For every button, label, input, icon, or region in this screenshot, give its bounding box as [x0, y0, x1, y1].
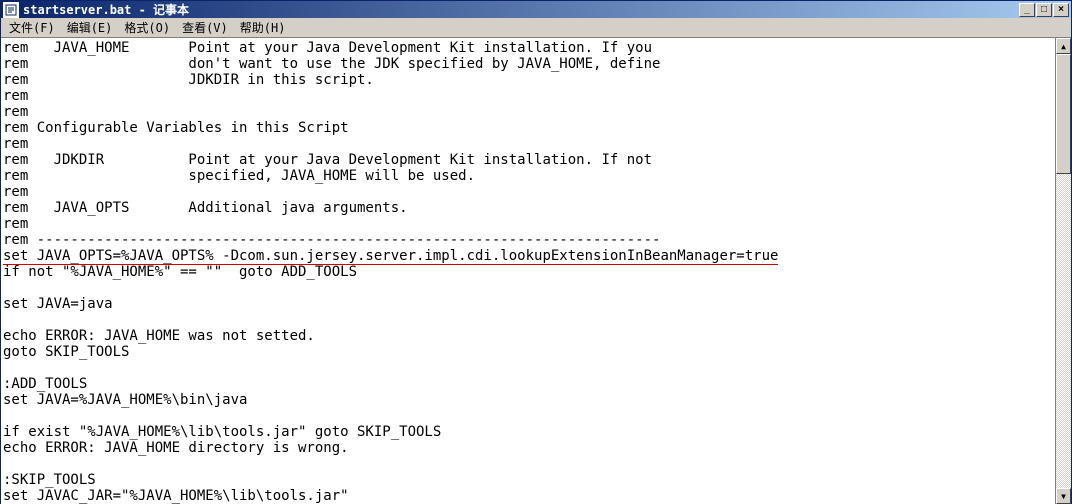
- editor-line: rem JAVA_HOME Point at your Java Develop…: [3, 40, 1055, 56]
- window-title: startserver.bat - 记事本: [23, 1, 1019, 18]
- editor-line: if exist "%JAVA_HOME%\lib\tools.jar" got…: [3, 424, 1055, 440]
- menubar: 文件(F) 编辑(E) 格式(O) 查看(V) 帮助(H): [1, 18, 1071, 38]
- editor-line: if not "%JAVA_HOME%" == "" goto ADD_TOOL…: [3, 264, 1055, 280]
- content-area: rem JAVA_HOME Point at your Java Develop…: [1, 38, 1071, 504]
- editor-line: rem specified, JAVA_HOME will be used.: [3, 168, 1055, 184]
- editor-line: rem Configurable Variables in this Scrip…: [3, 120, 1055, 136]
- maximize-button[interactable]: □: [1036, 3, 1052, 17]
- close-button[interactable]: ×: [1053, 3, 1069, 17]
- titlebar[interactable]: startserver.bat - 记事本 _ □ ×: [1, 1, 1071, 18]
- editor-line: [3, 408, 1055, 424]
- editor-line: rem: [3, 184, 1055, 200]
- editor-line: rem: [3, 136, 1055, 152]
- editor-line: rem JDKDIR Point at your Java Developmen…: [3, 152, 1055, 168]
- editor-line: echo ERROR: JAVA_HOME directory is wrong…: [3, 440, 1055, 456]
- editor-line: goto SKIP_TOOLS: [3, 344, 1055, 360]
- minimize-button[interactable]: _: [1019, 3, 1035, 17]
- editor-line: rem: [3, 216, 1055, 232]
- editor-line: rem: [3, 88, 1055, 104]
- editor-line: :SKIP_TOOLS: [3, 472, 1055, 488]
- window-controls: _ □ ×: [1019, 3, 1069, 17]
- editor-line: set JAVA=%JAVA_HOME%\bin\java: [3, 392, 1055, 408]
- editor-line: set JAVA_OPTS=%JAVA_OPTS% -Dcom.sun.jers…: [3, 248, 1055, 264]
- editor-line: [3, 312, 1055, 328]
- vertical-scrollbar[interactable]: ▲ ▼: [1055, 38, 1071, 504]
- editor-line: [3, 456, 1055, 472]
- editor-line: :ADD_TOOLS: [3, 376, 1055, 392]
- menu-view[interactable]: 查看(V): [176, 17, 234, 38]
- scroll-thumb[interactable]: [1056, 54, 1071, 174]
- menu-help[interactable]: 帮助(H): [234, 17, 292, 38]
- editor-line: rem don't want to use the JDK specified …: [3, 56, 1055, 72]
- editor-line: rem JAVA_OPTS Additional java arguments.: [3, 200, 1055, 216]
- scroll-down-button[interactable]: ▼: [1056, 488, 1071, 504]
- editor-line: set JAVA=java: [3, 296, 1055, 312]
- scroll-track[interactable]: [1056, 54, 1071, 488]
- editor-line: rem JDKDIR in this script.: [3, 72, 1055, 88]
- editor-line: [3, 360, 1055, 376]
- editor-line: echo ERROR: JAVA_HOME was not setted.: [3, 328, 1055, 344]
- menu-edit[interactable]: 编辑(E): [61, 17, 119, 38]
- editor-line: rem: [3, 104, 1055, 120]
- menu-format[interactable]: 格式(O): [118, 17, 176, 38]
- editor-line: rem ------------------------------------…: [3, 232, 1055, 248]
- editor-line: set JAVAC_JAR="%JAVA_HOME%\lib\tools.jar…: [3, 488, 1055, 504]
- notepad-window: startserver.bat - 记事本 _ □ × 文件(F) 编辑(E) …: [0, 0, 1072, 504]
- app-icon: [3, 2, 19, 18]
- scroll-up-button[interactable]: ▲: [1056, 38, 1071, 54]
- editor-line: [3, 280, 1055, 296]
- menu-file[interactable]: 文件(F): [3, 17, 61, 38]
- text-editor[interactable]: rem JAVA_HOME Point at your Java Develop…: [1, 38, 1055, 504]
